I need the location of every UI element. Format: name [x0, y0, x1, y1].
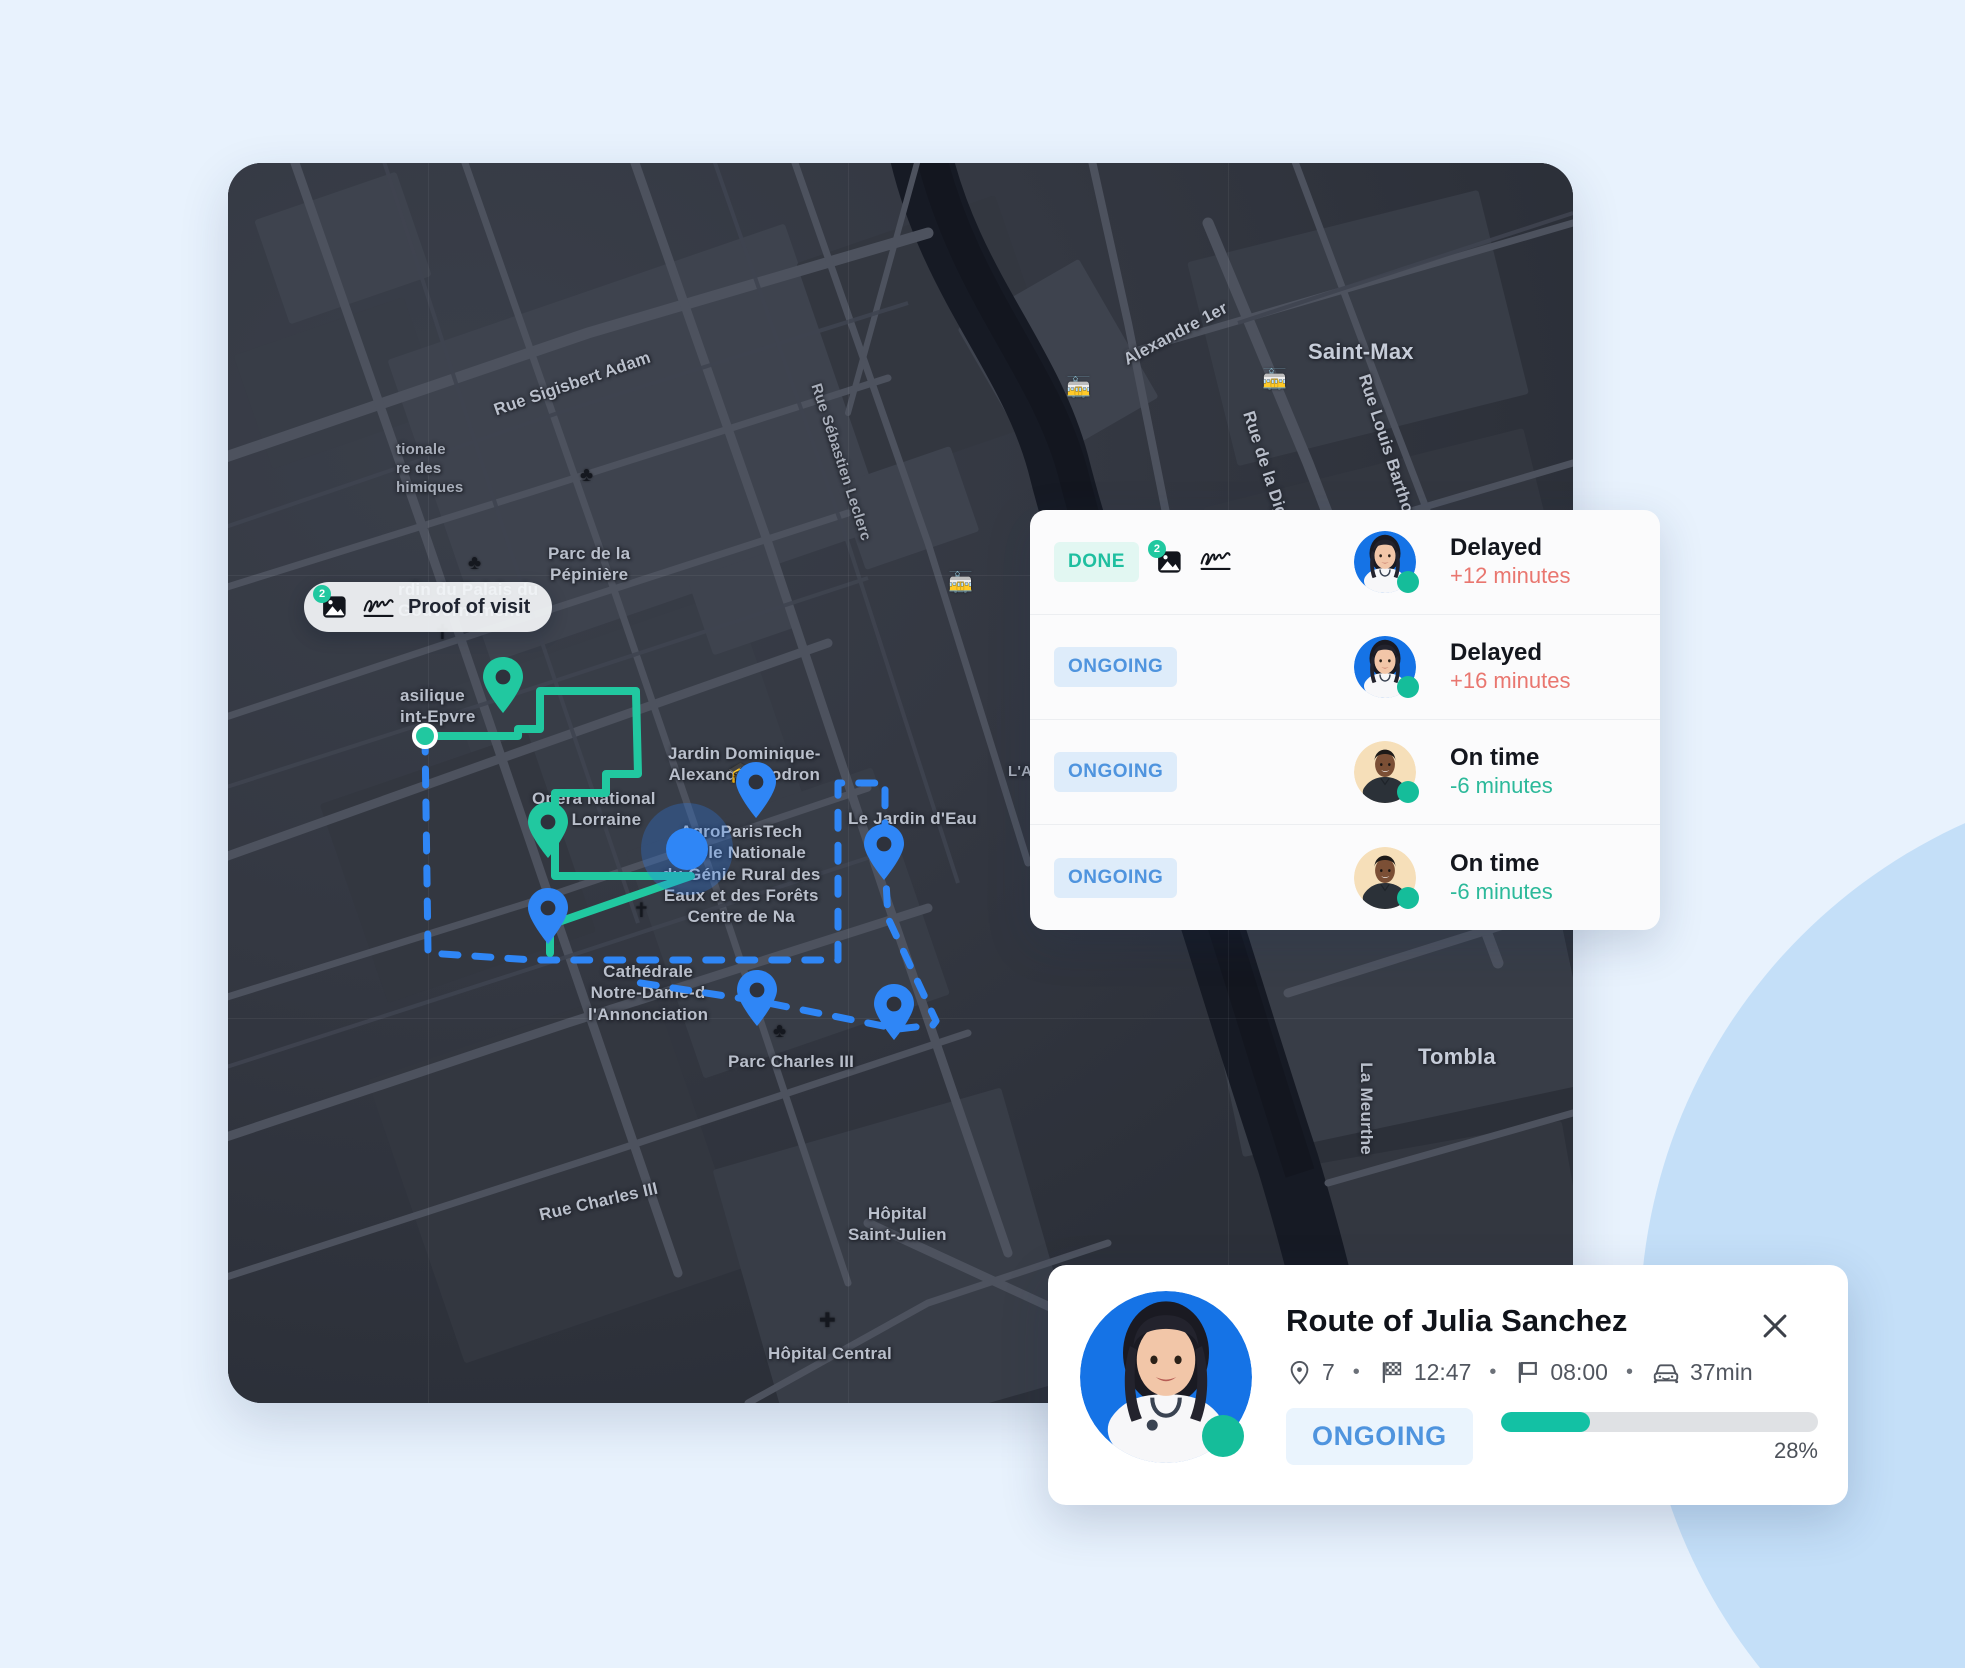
signature-icon[interactable] — [1199, 547, 1233, 578]
avatar[interactable] — [1354, 846, 1419, 909]
meta-separator: • — [1625, 1361, 1633, 1383]
drive-time-value: 37min — [1689, 1359, 1753, 1385]
current-position-marker[interactable] — [641, 803, 733, 895]
punctuality-delta: +16 minutes — [1450, 668, 1571, 694]
status-row[interactable]: DONE 2 Delayed +12 minutes — [1030, 510, 1660, 615]
status-text: Delayed +16 minutes — [1450, 638, 1632, 696]
progress-percent-label: 28% — [1773, 1437, 1818, 1463]
checkered-flag-icon — [1382, 1362, 1401, 1384]
route-body: Route of Julia Sanchez 7 • 12:47 • 08:00… — [1286, 1291, 1818, 1479]
status-badge[interactable]: ONGOING — [1054, 647, 1178, 687]
map-pin-pending[interactable] — [872, 983, 916, 1041]
route-avatar — [1080, 1291, 1252, 1463]
online-status-dot — [1397, 676, 1419, 698]
online-status-dot — [1397, 886, 1419, 909]
avatar[interactable] — [1354, 636, 1419, 698]
online-status-dot — [1397, 781, 1419, 803]
avatar[interactable] — [1354, 741, 1419, 803]
punctuality-delta: -6 minutes — [1450, 773, 1553, 799]
status-badge[interactable]: DONE — [1054, 542, 1139, 582]
status-text: On time -6 minutes — [1450, 849, 1632, 907]
progress-fill — [1500, 1411, 1590, 1432]
map-pin-pending[interactable] — [734, 761, 778, 819]
car-icon — [1653, 1364, 1679, 1384]
route-progress: 28% — [1500, 1410, 1818, 1464]
meta-separator: • — [1489, 1361, 1497, 1383]
punctuality-title: Delayed — [1450, 534, 1543, 562]
status-row[interactable]: ONGOING On time -6 minutes — [1030, 825, 1660, 930]
route-meta-row: 7 • 12:47 • 08:00 • 37min — [1286, 1359, 1818, 1386]
avatar[interactable] — [1354, 531, 1419, 593]
proof-icons: 2 — [1147, 540, 1233, 578]
status-text: On time -6 minutes — [1450, 743, 1632, 801]
start-time-value: 08:00 — [1550, 1359, 1608, 1385]
status-badge[interactable]: ONGOING — [1054, 857, 1178, 898]
status-row[interactable]: ONGOING On time -6 minutes — [1030, 720, 1660, 825]
map-pin-done[interactable] — [481, 656, 525, 714]
status-text: Delayed +12 minutes — [1450, 533, 1632, 591]
route-status-row: ONGOING 28% — [1286, 1408, 1818, 1465]
end-time-value: 12:47 — [1413, 1359, 1472, 1385]
route-detail-card[interactable]: Route of Julia Sanchez 7 • 12:47 • 08:00… — [1048, 1265, 1848, 1505]
proof-of-visit-chip[interactable]: 2 Proof of visit — [304, 582, 553, 632]
progress-track — [1500, 1411, 1818, 1432]
close-icon[interactable] — [1758, 1309, 1792, 1343]
map-pin-done[interactable] — [526, 801, 570, 859]
meta-separator: • — [1352, 1361, 1360, 1383]
stops-value: 7 — [1322, 1359, 1335, 1385]
punctuality-delta: -6 minutes — [1450, 878, 1553, 904]
punctuality-title: On time — [1450, 849, 1540, 877]
map-pin-pending[interactable] — [735, 969, 779, 1027]
map-pin-pending[interactable] — [526, 887, 570, 945]
stops-meta: 7 — [1286, 1359, 1335, 1386]
agent-status-list[interactable]: DONE 2 Delayed +12 minutes ONGOING Delayed +16… — [1030, 510, 1660, 930]
map-pin-pending[interactable] — [862, 823, 906, 881]
flag-icon — [1519, 1361, 1538, 1384]
online-status-dot — [1397, 571, 1419, 593]
route-status-badge[interactable]: ONGOING — [1286, 1408, 1473, 1465]
punctuality-title: On time — [1450, 744, 1540, 772]
start-time-meta: 08:00 — [1514, 1359, 1608, 1386]
photo-count-badge: 2 — [1147, 540, 1166, 558]
screenshot-root: Rue Sigisbert Adam tionale re des himique… — [0, 0, 1965, 1668]
route-start-point[interactable] — [412, 723, 438, 749]
status-badge[interactable]: ONGOING — [1054, 752, 1178, 792]
punctuality-delta: +12 minutes — [1450, 563, 1571, 589]
map-pin-icon — [1290, 1360, 1309, 1385]
photo-icon[interactable]: 2 — [1147, 540, 1185, 577]
punctuality-title: Delayed — [1450, 639, 1543, 667]
signature-icon — [363, 599, 394, 617]
online-status-dot — [1202, 1415, 1244, 1457]
background-blob-decoration — [1640, 775, 1965, 1668]
route-title: Route of Julia Sanchez — [1286, 1303, 1628, 1338]
status-row[interactable]: ONGOING Delayed +16 minutes — [1030, 615, 1660, 720]
photo-icon: 2 — [313, 585, 350, 622]
proof-of-visit-label: Proof of visit — [408, 595, 531, 618]
end-time-meta: 12:47 — [1378, 1359, 1472, 1386]
photo-count-badge: 2 — [313, 585, 331, 603]
drive-time-meta: 37min — [1651, 1359, 1753, 1386]
